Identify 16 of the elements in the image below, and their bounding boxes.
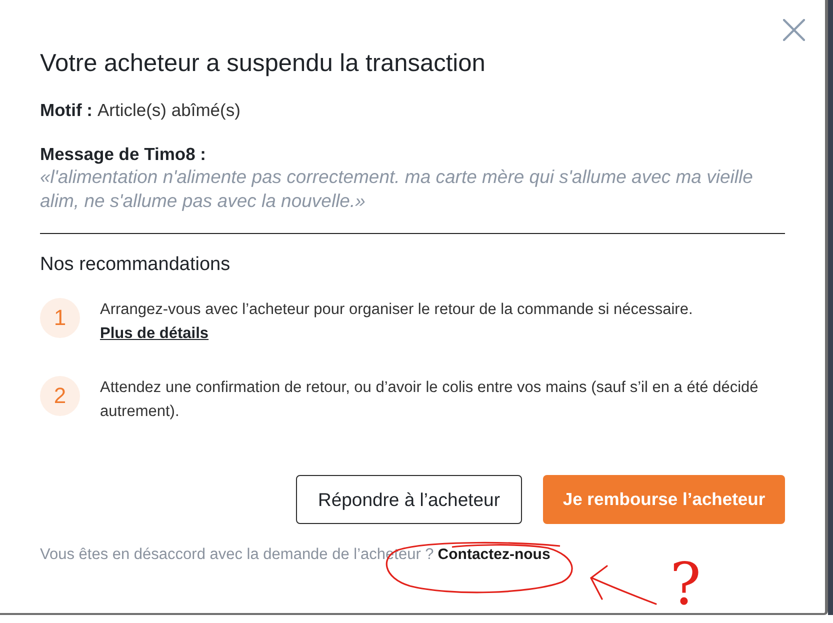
step-number: 2	[40, 376, 80, 416]
reply-button[interactable]: Répondre à l’acheteur	[296, 475, 522, 524]
step-text: Attendez une confirmation de retour, ou d’avoir le colis entre vos mains (sauf s’il en a été décidé autrement).	[100, 378, 760, 422]
reason-value: Article(s) abîmé(s)	[97, 99, 240, 122]
close-icon	[783, 19, 805, 41]
close-button[interactable]	[782, 18, 806, 42]
step-number: 1	[40, 298, 80, 338]
step-text: Arrangez-vous avec l’acheteur pour organiser le retour de la commande si nécessaire.	[100, 300, 693, 320]
handwritten-question-mark: ?	[670, 552, 702, 616]
message-label: Message de Timo8 :	[40, 143, 207, 165]
reason-label: Motif :	[40, 99, 92, 122]
details-link[interactable]: Plus de détails	[100, 322, 209, 346]
recommendations-heading: Nos recommandations	[40, 253, 232, 277]
dialog-title: Votre acheteur a suspendu la transaction	[40, 49, 486, 79]
buyer-message: «l'alimentation n'alimente pas correctement. ma carte mère qui s'allume avec ma vieille alim, ne s'allume pas avec la nouvelle.»	[40, 165, 754, 213]
contact-link[interactable]: Contactez-nous	[438, 545, 550, 565]
